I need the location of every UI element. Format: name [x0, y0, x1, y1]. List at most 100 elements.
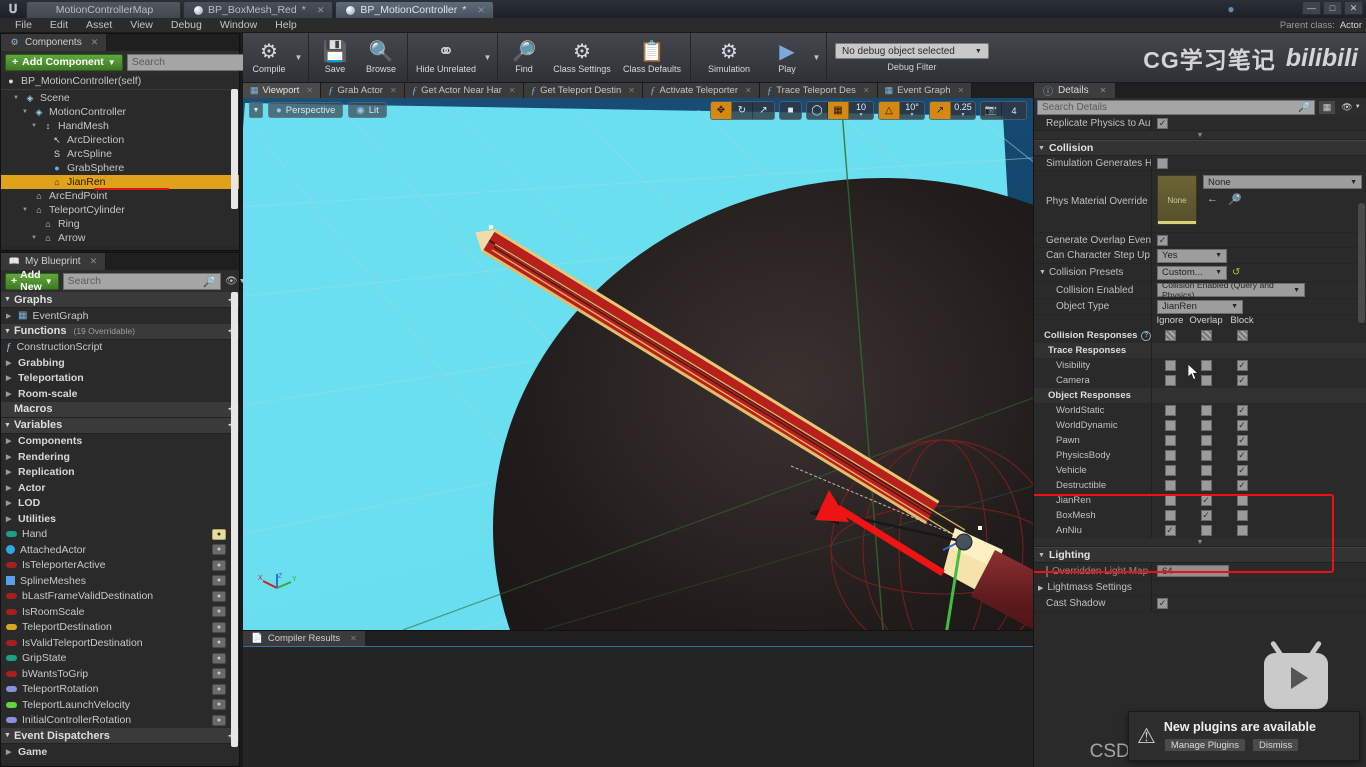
cell-overlap[interactable]	[1188, 405, 1224, 416]
close-icon[interactable]: ✕	[863, 86, 870, 95]
eye-icon[interactable]: ●	[212, 621, 226, 633]
blueprint-item-eventgraph[interactable]: ▶ ▦ EventGraph	[1, 308, 239, 324]
response-row-physicsbody[interactable]: PhysicsBody ✓	[1034, 448, 1366, 463]
viewport-tab-event-graph[interactable]: ▦ Event Graph ✕	[877, 83, 973, 98]
notification-popup[interactable]: ⚠ New plugins are available Manage Plugi…	[1128, 711, 1360, 761]
blueprint-item-isroomscale[interactable]: IsRoomScale ●	[1, 604, 239, 620]
checkbox[interactable]: ✓	[1157, 234, 1168, 246]
details-view-options-button[interactable]: 👁 ▼	[1339, 100, 1363, 115]
property-lightmass-settings[interactable]: ▶ Lightmass Settings	[1034, 580, 1366, 596]
response-row-visibility[interactable]: Visibility ✓	[1034, 358, 1366, 373]
section-header-event-dispatchers[interactable]: ▼Event Dispatchers+	[1, 728, 239, 744]
category-lighting[interactable]: ▼ Lighting	[1034, 547, 1366, 563]
cell-ignore[interactable]	[1152, 375, 1188, 386]
expand-arrow-icon[interactable]: ▶	[6, 468, 13, 476]
property-object-type[interactable]: Object Type JianRen ▼	[1034, 299, 1366, 315]
component-tree-item-arcspline[interactable]: S ArcSpline	[1, 147, 239, 161]
radio-block[interactable]: ✓	[1236, 420, 1248, 431]
blueprint-item-teleportdestination[interactable]: TeleportDestination ●	[1, 620, 239, 636]
radio-ignore[interactable]	[1164, 450, 1176, 461]
blueprint-item-replication[interactable]: ▶ Replication	[1, 465, 239, 481]
eye-icon[interactable]: ●	[212, 652, 226, 664]
blueprint-item-actor[interactable]: ▶ Actor	[1, 480, 239, 496]
window-tab-motioncontroller[interactable]: BP_MotionController * ✕	[335, 1, 494, 18]
expand-arrow-icon[interactable]: ▶	[6, 390, 13, 398]
blueprint-item-isteleporteractive[interactable]: IsTeleporterActive ●	[1, 558, 239, 574]
expand-arrow-icon[interactable]: ▼	[21, 207, 29, 213]
component-tree-item-jianren[interactable]: ⌂ JianRen	[1, 175, 239, 189]
material-thumbnail[interactable]: None	[1157, 175, 1197, 225]
cell-block[interactable]: ✓	[1224, 435, 1260, 446]
cell-block[interactable]	[1224, 525, 1260, 536]
close-icon[interactable]: ✕	[628, 86, 635, 95]
cell-block[interactable]: ✓	[1224, 375, 1260, 386]
checkbox[interactable]	[1164, 330, 1176, 341]
menu-view[interactable]: View	[121, 18, 162, 33]
property-simulation-generates-hit-events[interactable]: Simulation Generates Hit Ev	[1034, 156, 1366, 171]
radio-block[interactable]: ✓	[1236, 465, 1248, 476]
radio-block[interactable]	[1236, 495, 1248, 506]
debug-object-dropdown[interactable]: No debug object selected ▼	[835, 43, 989, 59]
find-button[interactable]: 🔎 Find	[501, 33, 547, 82]
radio-block[interactable]	[1236, 525, 1248, 536]
close-icon[interactable]: ✕	[477, 5, 485, 16]
radio-overlap[interactable]	[1200, 525, 1212, 536]
radio-block[interactable]: ✓	[1236, 405, 1248, 416]
eye-icon[interactable]: ●	[212, 699, 226, 710]
section-header-variables[interactable]: ▼Variables+	[1, 417, 239, 434]
blueprint-item-hand[interactable]: Hand ●	[1, 527, 239, 543]
cell-overlap[interactable]	[1188, 450, 1224, 461]
menu-window[interactable]: Window	[211, 18, 266, 33]
section-collapse-handle[interactable]: ▼	[1034, 131, 1366, 140]
components-tree[interactable]: ● BP_MotionController(self) ▼ ◈ Scene ▼ ◈ Motio…	[1, 73, 239, 246]
radio-block[interactable]: ✓	[1236, 375, 1248, 386]
expand-arrow-icon[interactable]: ▼	[30, 123, 38, 129]
dismiss-button[interactable]: Dismiss	[1251, 738, 1300, 752]
cell-overlap[interactable]	[1188, 435, 1224, 446]
cell-block[interactable]	[1224, 495, 1260, 506]
response-row-boxmesh[interactable]: BoxMesh ✓	[1034, 508, 1366, 523]
menu-asset[interactable]: Asset	[77, 18, 121, 33]
radio-overlap[interactable]	[1200, 420, 1212, 431]
response-row-destructible[interactable]: Destructible ✓	[1034, 478, 1366, 493]
menu-edit[interactable]: Edit	[41, 18, 77, 33]
cell-ignore[interactable]	[1152, 510, 1188, 521]
cell-block[interactable]: ✓	[1224, 480, 1260, 491]
blueprint-item-blastframevaliddestination[interactable]: bLastFrameValidDestination ●	[1, 589, 239, 605]
radio-overlap[interactable]	[1200, 435, 1212, 446]
radio-ignore[interactable]	[1164, 495, 1176, 506]
rotation-snap-value[interactable]: 10° ▼	[900, 102, 924, 119]
use-selected-asset-icon[interactable]: ←	[1207, 193, 1218, 206]
radio-block[interactable]: ✓	[1236, 480, 1248, 491]
component-tree-item-ring[interactable]: ⌂ Ring	[1, 217, 239, 231]
close-icon[interactable]: ✕	[91, 37, 99, 48]
radio-block[interactable]: ✓	[1236, 435, 1248, 446]
eye-icon[interactable]: ●	[212, 637, 226, 648]
eye-icon[interactable]: ●	[212, 544, 226, 555]
checkbox[interactable]	[1200, 330, 1212, 341]
phys-material-dropdown[interactable]: None ▼	[1203, 175, 1362, 189]
expand-arrow-icon[interactable]: ▼	[12, 95, 20, 101]
collision-responses-master-row[interactable]: Collision Responses ?	[1034, 328, 1366, 343]
hide-unrelated-button[interactable]: ⚭ Hide Unrelated	[411, 33, 481, 82]
compiler-results-output[interactable]	[243, 646, 1033, 767]
camera-speed-icon[interactable]: 📷	[981, 102, 1002, 119]
myblueprint-search[interactable]: 🔍	[62, 272, 222, 290]
checkbox[interactable]	[1157, 157, 1168, 169]
component-tree-item-grabsphere[interactable]: ● GrabSphere	[1, 161, 239, 175]
expand-arrow-icon[interactable]: ▶	[6, 453, 13, 461]
radio-block[interactable]: ✓	[1236, 450, 1248, 461]
radio-overlap[interactable]: ✓	[1200, 510, 1212, 521]
response-row-pawn[interactable]: Pawn ✓	[1034, 433, 1366, 448]
blueprint-item-teleportation[interactable]: ▶ Teleportation	[1, 371, 239, 387]
rotation-snap-toggle[interactable]: △	[879, 102, 900, 119]
expand-arrow-icon[interactable]: ▶	[6, 359, 13, 367]
property-replicate-physics[interactable]: Replicate Physics to Autono ✓	[1034, 116, 1366, 131]
details-columns-button[interactable]: ▦	[1318, 99, 1336, 115]
grid-snap-value[interactable]: 10 ▼	[849, 102, 873, 119]
scale-snap-value[interactable]: 0.25 ▼	[951, 102, 975, 119]
close-icon[interactable]: ✕	[350, 634, 357, 643]
property-cast-shadow[interactable]: Cast Shadow ✓	[1034, 596, 1366, 612]
blueprint-item-lod[interactable]: ▶ LOD	[1, 496, 239, 512]
simulation-button[interactable]: ⚙ Simulation	[694, 33, 764, 82]
